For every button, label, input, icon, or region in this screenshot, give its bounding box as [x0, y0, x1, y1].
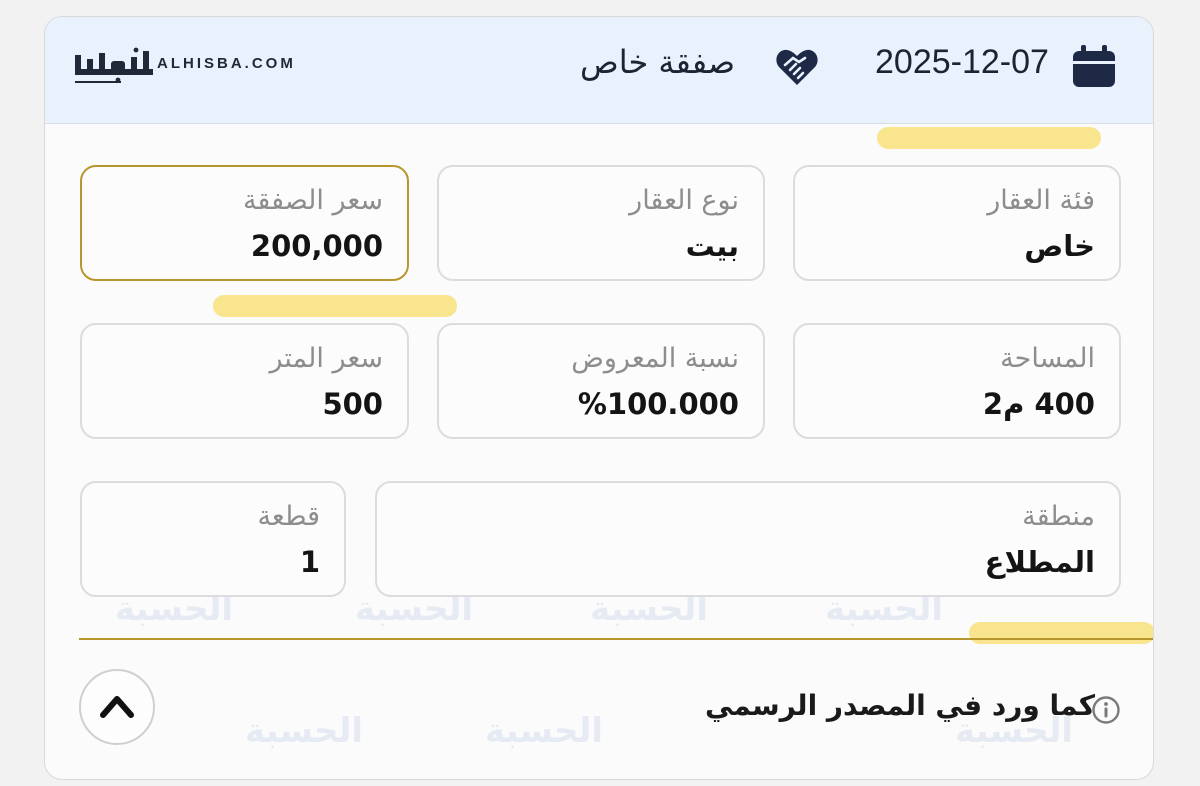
region-label: منطقة — [1022, 501, 1095, 532]
plot-value: 1 — [299, 545, 320, 579]
highlight-mark — [969, 622, 1153, 644]
deal-type: صفقة خاص — [580, 43, 736, 81]
highlight-mark — [877, 127, 1101, 149]
price-per-meter-field[interactable]: سعر المتر 500 — [80, 323, 409, 439]
source-note: كما ورد في المصدر الرسمي — [705, 689, 1096, 722]
property-category-field[interactable]: فئة العقار خاص — [793, 165, 1121, 281]
alhisba-logo — [75, 47, 153, 83]
watermark: الحسبة — [485, 711, 604, 751]
region-value: المطلاع — [984, 545, 1095, 579]
calendar-icon — [1073, 45, 1115, 87]
offered-ratio-value: %100.000 — [577, 387, 739, 421]
property-type-value: بيت — [685, 229, 739, 263]
region-field[interactable]: منطقة المطلاع — [375, 481, 1121, 597]
price-label: سعر الصفقة — [242, 185, 383, 216]
offered-ratio-field[interactable]: نسبة المعروض %100.000 — [437, 323, 765, 439]
plot-field[interactable]: قطعة 1 — [80, 481, 346, 597]
price-per-meter-value: 500 — [322, 387, 383, 421]
collapse-button[interactable] — [79, 669, 155, 745]
price-per-meter-label: سعر المتر — [269, 343, 383, 374]
property-type-label: نوع العقار — [629, 185, 739, 216]
area-field[interactable]: المساحة 400 م2 — [793, 323, 1121, 439]
logo-text: ALHISBA.COM — [157, 55, 296, 72]
area-label: المساحة — [1000, 343, 1095, 374]
info-icon — [1092, 696, 1120, 724]
property-type-field[interactable]: نوع العقار بيت — [437, 165, 765, 281]
property-category-label: فئة العقار — [987, 185, 1095, 216]
deal-card: الحسبة الحسبة الحسبة الحسبة الحسبة الحسب… — [44, 16, 1154, 780]
card-header: ALHISBA.COM صفقة خاص 2025-12-07 — [45, 17, 1153, 124]
highlight-mark — [213, 295, 457, 317]
price-value: 200,000 — [250, 229, 383, 263]
area-value: 400 م2 — [982, 387, 1095, 421]
property-category-value: خاص — [1024, 229, 1095, 263]
plot-label: قطعة — [257, 501, 320, 532]
watermark: الحسبة — [245, 711, 364, 751]
handshake-heart-icon — [776, 49, 818, 85]
price-field[interactable]: سعر الصفقة 200,000 — [80, 165, 409, 281]
gold-divider — [79, 638, 1153, 640]
deal-date: 2025-12-07 — [875, 43, 1049, 81]
chevron-up-icon — [100, 696, 134, 718]
offered-ratio-label: نسبة المعروض — [571, 343, 739, 374]
